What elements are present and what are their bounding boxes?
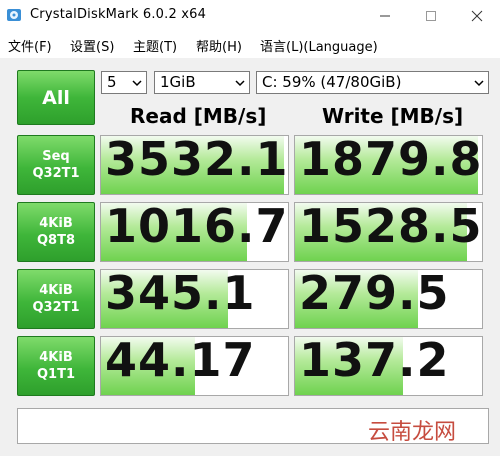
chevron-down-icon — [132, 80, 142, 87]
write-result-4kib-q1t1: 137.2 — [294, 336, 483, 396]
chevron-down-icon — [235, 80, 245, 87]
read-value: 3532.1 — [105, 135, 289, 186]
close-icon — [471, 10, 483, 22]
write-column-header: Write [MB/s] — [322, 104, 464, 128]
4kib-q32t1-button[interactable]: 4KiB Q32T1 — [17, 269, 95, 329]
close-button[interactable] — [454, 0, 500, 32]
write-result-4kib-q32t1: 279.5 — [294, 269, 483, 329]
4kib-q1t1-button[interactable]: 4KiB Q1T1 — [17, 336, 95, 396]
row-label-line1: 4KiB — [39, 283, 73, 298]
size-value: 1GiB — [160, 73, 196, 91]
row-label-line1: 4KiB — [39, 350, 73, 365]
menu-help[interactable]: 帮助(H) — [196, 36, 242, 55]
chevron-down-icon — [474, 80, 484, 87]
all-button[interactable]: All — [17, 70, 95, 125]
read-result-4kib-q32t1: 345.1 — [100, 269, 289, 329]
read-result-seq-q32t1: 3532.1 — [100, 135, 289, 195]
drive-select[interactable]: C: 59% (47/80GiB) — [256, 71, 489, 94]
row-label-line2: Q32T1 — [32, 166, 80, 181]
size-select[interactable]: 1GiB — [154, 71, 250, 94]
title-bar: CrystalDiskMark 6.0.2 x64 — [0, 0, 500, 32]
minimize-button[interactable] — [362, 0, 408, 32]
watermark-logo: 云南龙网 — [368, 420, 457, 445]
runs-select[interactable]: 5 — [101, 71, 147, 94]
row-label-line2: Q8T8 — [36, 233, 75, 248]
read-value: 345.1 — [105, 269, 256, 320]
read-value: 1016.7 — [105, 202, 289, 253]
runs-value: 5 — [107, 73, 117, 91]
drive-value: C: 59% (47/80GiB) — [262, 73, 402, 91]
row-label-line1: Seq — [42, 149, 70, 164]
seq-q32t1-button[interactable]: Seq Q32T1 — [17, 135, 95, 195]
row-label-line1: 4KiB — [39, 216, 73, 231]
read-result-4kib-q1t1: 44.17 — [100, 336, 289, 396]
menu-language[interactable]: 语言(L)(Language) — [260, 36, 378, 55]
write-result-seq-q32t1: 1879.8 — [294, 135, 483, 195]
maximize-button[interactable] — [408, 0, 454, 32]
maximize-icon — [426, 11, 436, 21]
menu-theme[interactable]: 主题(T) — [133, 36, 177, 55]
write-value: 1528.5 — [299, 202, 483, 253]
write-value: 1879.8 — [299, 135, 483, 186]
menu-file[interactable]: 文件(F) — [8, 36, 52, 55]
read-result-4kib-q8t8: 1016.7 — [100, 202, 289, 262]
write-value: 279.5 — [299, 269, 450, 320]
app-disk-icon — [7, 9, 21, 21]
window-title: CrystalDiskMark 6.0.2 x64 — [30, 7, 207, 22]
minimize-icon — [380, 15, 390, 17]
read-value: 44.17 — [105, 336, 256, 387]
row-label-line2: Q32T1 — [32, 300, 80, 315]
write-result-4kib-q8t8: 1528.5 — [294, 202, 483, 262]
menu-settings[interactable]: 设置(S) — [70, 36, 114, 55]
4kib-q8t8-button[interactable]: 4KiB Q8T8 — [17, 202, 95, 262]
read-column-header: Read [MB/s] — [130, 104, 267, 128]
menu-bar: 文件(F) 设置(S) 主题(T) 帮助(H) 语言(L)(Language) — [0, 32, 500, 56]
row-label-line2: Q1T1 — [36, 367, 75, 382]
write-value: 137.2 — [299, 336, 450, 387]
